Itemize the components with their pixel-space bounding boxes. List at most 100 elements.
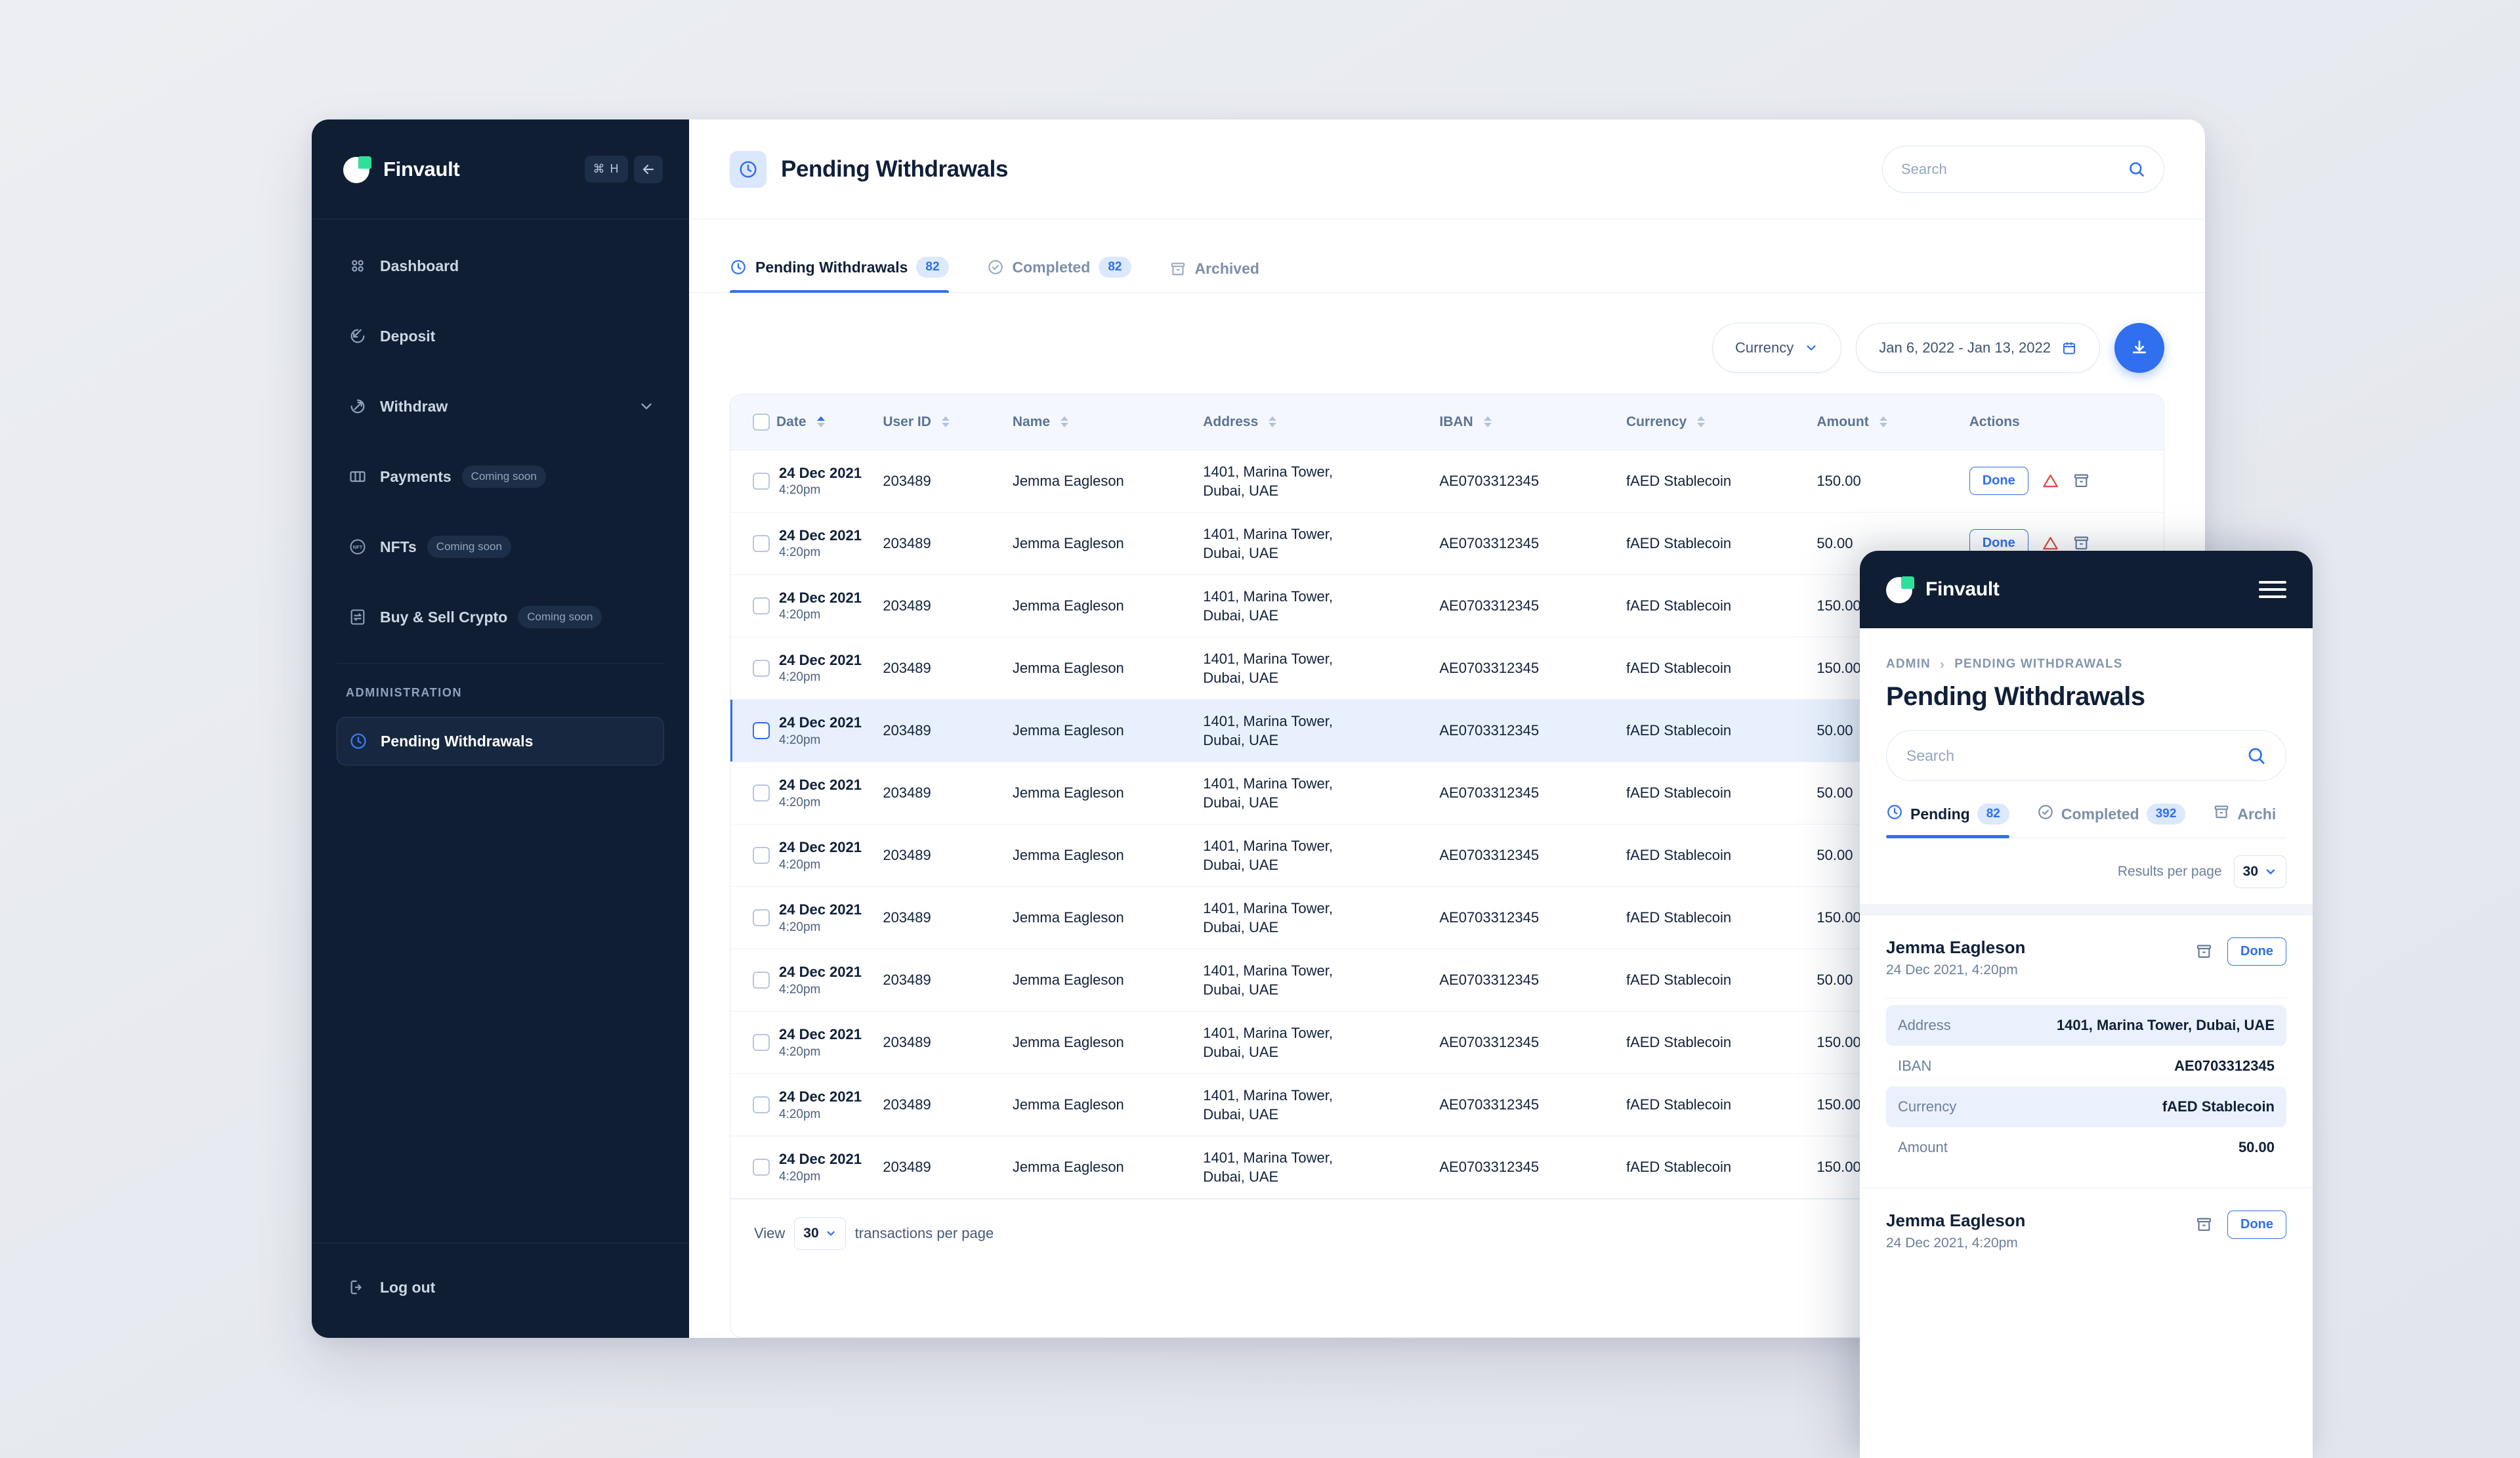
search-box[interactable] <box>1882 145 2164 193</box>
sort-toggle[interactable] <box>1483 416 1492 428</box>
tab-pending-withdrawals[interactable]: Pending Withdrawals 82 <box>730 257 949 293</box>
sidebar-collapse-button[interactable] <box>634 155 663 183</box>
cell-name: Jemma Eagleson <box>1012 824 1204 887</box>
done-button[interactable]: Done <box>2227 1211 2286 1239</box>
calendar-icon <box>2061 340 2077 356</box>
sidebar-item-withdraw[interactable]: Withdraw <box>337 382 664 431</box>
date-range-picker[interactable]: Jan 6, 2022 - Jan 13, 2022 <box>1856 323 2100 373</box>
row-amount: 50.00 <box>1816 846 1853 863</box>
warning-triangle-icon[interactable] <box>2042 472 2059 490</box>
row-time: 4:20pm <box>779 483 821 498</box>
row-checkbox[interactable] <box>753 1034 770 1052</box>
hamburger-icon[interactable] <box>2259 581 2286 598</box>
warning-triangle-icon[interactable] <box>2042 534 2059 552</box>
th-date[interactable]: Date <box>730 395 883 450</box>
cell-date: 24 Dec 2021 4:20pm <box>730 450 883 513</box>
cell-iban: AE0703312345 <box>1439 1073 1626 1137</box>
archive-icon[interactable] <box>2072 534 2090 552</box>
sort-toggle[interactable] <box>816 416 825 428</box>
row-checkbox[interactable] <box>753 721 770 739</box>
row-checkbox[interactable] <box>753 597 770 614</box>
sidebar-item-nfts[interactable]: NFT NFTs Coming soon <box>337 523 664 571</box>
th-user-id[interactable]: User ID <box>883 395 1013 450</box>
row-checkbox[interactable] <box>753 534 770 552</box>
archive-icon[interactable] <box>2072 472 2090 490</box>
tab-completed[interactable]: Completed 82 <box>987 257 1131 292</box>
sort-toggle[interactable] <box>1269 416 1277 428</box>
th-label: Amount <box>1816 414 1869 429</box>
th-address[interactable]: Address <box>1203 395 1440 450</box>
rows-per-page-select[interactable]: 30 <box>794 1216 846 1250</box>
cell-date: 24 Dec 2021 4:20pm <box>730 1011 883 1075</box>
cell-address: 1401, Marina Tower, Dubai, UAE <box>1203 949 1440 1012</box>
download-button[interactable] <box>2114 323 2164 373</box>
mobile-tab-archived[interactable]: Archi <box>2213 804 2276 838</box>
sidebar: Finvault ⌘ H Dashboard Deposit Withdraw … <box>312 119 689 1338</box>
sort-toggle[interactable] <box>1879 416 1887 428</box>
sidebar-item-pending-withdrawals[interactable]: Pending Withdrawals <box>337 717 664 765</box>
mobile-tab-pending[interactable]: Pending 82 <box>1886 804 2009 838</box>
row-currency: fAED Stablecoin <box>1626 534 1732 551</box>
mobile-body: ADMIN › PENDING WITHDRAWALS Pending With… <box>1860 628 2313 904</box>
mobile-results-per-page-select[interactable]: 30 <box>2233 855 2286 888</box>
search-icon[interactable] <box>2128 160 2145 178</box>
row-checkbox[interactable] <box>753 1159 770 1176</box>
tab-archived[interactable]: Archived <box>1169 260 1259 292</box>
sidebar-item-deposit[interactable]: Deposit <box>337 312 664 360</box>
mobile-tab-label: Completed <box>2061 805 2139 823</box>
row-date: 24 Dec 2021 <box>779 1026 862 1043</box>
row-amount: 50.00 <box>1816 721 1853 739</box>
cell-currency: fAED Stablecoin <box>1626 1073 1817 1137</box>
mobile-withdrawal-card[interactable]: Jemma Eagleson 24 Dec 2021, 4:20pm Done Add… <box>1860 914 2313 1188</box>
mobile-search-input[interactable] <box>1906 746 2246 765</box>
row-name: Jemma Eagleson <box>1012 597 1124 614</box>
date-range-label: Jan 6, 2022 - Jan 13, 2022 <box>1879 339 2051 356</box>
breadcrumb-root[interactable]: ADMIN <box>1886 657 1931 672</box>
mobile-search-box[interactable] <box>1886 730 2286 781</box>
row-date: 24 Dec 2021 <box>779 651 862 668</box>
sidebar-item-label: Pending Withdrawals <box>381 732 534 750</box>
mobile-withdrawal-card[interactable]: Jemma Eagleson 24 Dec 2021, 4:20pm Done <box>1860 1188 2313 1271</box>
row-iban: AE0703312345 <box>1439 534 1540 551</box>
search-icon[interactable] <box>2246 746 2266 765</box>
row-checkbox[interactable] <box>753 1096 770 1114</box>
sort-toggle[interactable] <box>1697 416 1706 428</box>
row-checkbox[interactable] <box>753 846 770 864</box>
row-name: Jemma Eagleson <box>1012 1096 1124 1113</box>
sidebar-item-buy-sell-crypto[interactable]: Buy & Sell Crypto Coming soon <box>337 593 664 641</box>
sort-toggle[interactable] <box>1060 416 1069 428</box>
logout-button[interactable]: Log out <box>337 1263 664 1312</box>
currency-filter-dropdown[interactable]: Currency <box>1712 323 1842 373</box>
archive-icon[interactable] <box>2195 1216 2213 1233</box>
archive-icon[interactable] <box>2195 943 2213 960</box>
row-checkbox[interactable] <box>753 909 770 926</box>
row-checkbox[interactable] <box>753 472 770 490</box>
th-currency[interactable]: Currency <box>1626 395 1817 450</box>
cell-user-id: 203489 <box>883 949 1013 1012</box>
coming-soon-badge: Coming soon <box>518 606 602 628</box>
row-amount: 150.00 <box>1816 1034 1861 1051</box>
cell-address: 1401, Marina Tower, Dubai, UAE <box>1203 1136 1440 1199</box>
cell-address: 1401, Marina Tower, Dubai, UAE <box>1203 512 1440 575</box>
row-checkbox[interactable] <box>753 784 770 802</box>
row-checkbox[interactable] <box>753 972 770 989</box>
cell-date: 24 Dec 2021 4:20pm <box>730 699 883 762</box>
th-iban[interactable]: IBAN <box>1439 395 1626 450</box>
th-name[interactable]: Name <box>1012 395 1204 450</box>
mobile-results-per-page: Results per page 30 <box>1886 838 2286 904</box>
th-amount[interactable]: Amount <box>1816 395 1969 450</box>
done-button[interactable]: Done <box>2227 937 2286 966</box>
select-all-checkbox[interactable] <box>753 413 770 431</box>
sidebar-item-payments[interactable]: Payments Coming soon <box>337 452 664 501</box>
sort-toggle[interactable] <box>941 416 950 428</box>
sidebar-item-dashboard[interactable]: Dashboard <box>337 242 664 290</box>
table-row[interactable]: 24 Dec 2021 4:20pm 203489 Jemma Eagleson 140… <box>730 450 2164 513</box>
cell-user-id: 203489 <box>883 450 1013 513</box>
row-checkbox[interactable] <box>753 659 770 677</box>
search-input[interactable] <box>1901 160 2128 178</box>
chevron-down-icon[interactable] <box>638 398 655 415</box>
mobile-card-header: Jemma Eagleson 24 Dec 2021, 4:20pm Done <box>1886 1211 2286 1251</box>
mobile-tab-completed[interactable]: Completed 392 <box>2037 804 2186 838</box>
done-button[interactable]: Done <box>1969 467 2028 496</box>
mobile-section-gap <box>1860 904 2313 914</box>
